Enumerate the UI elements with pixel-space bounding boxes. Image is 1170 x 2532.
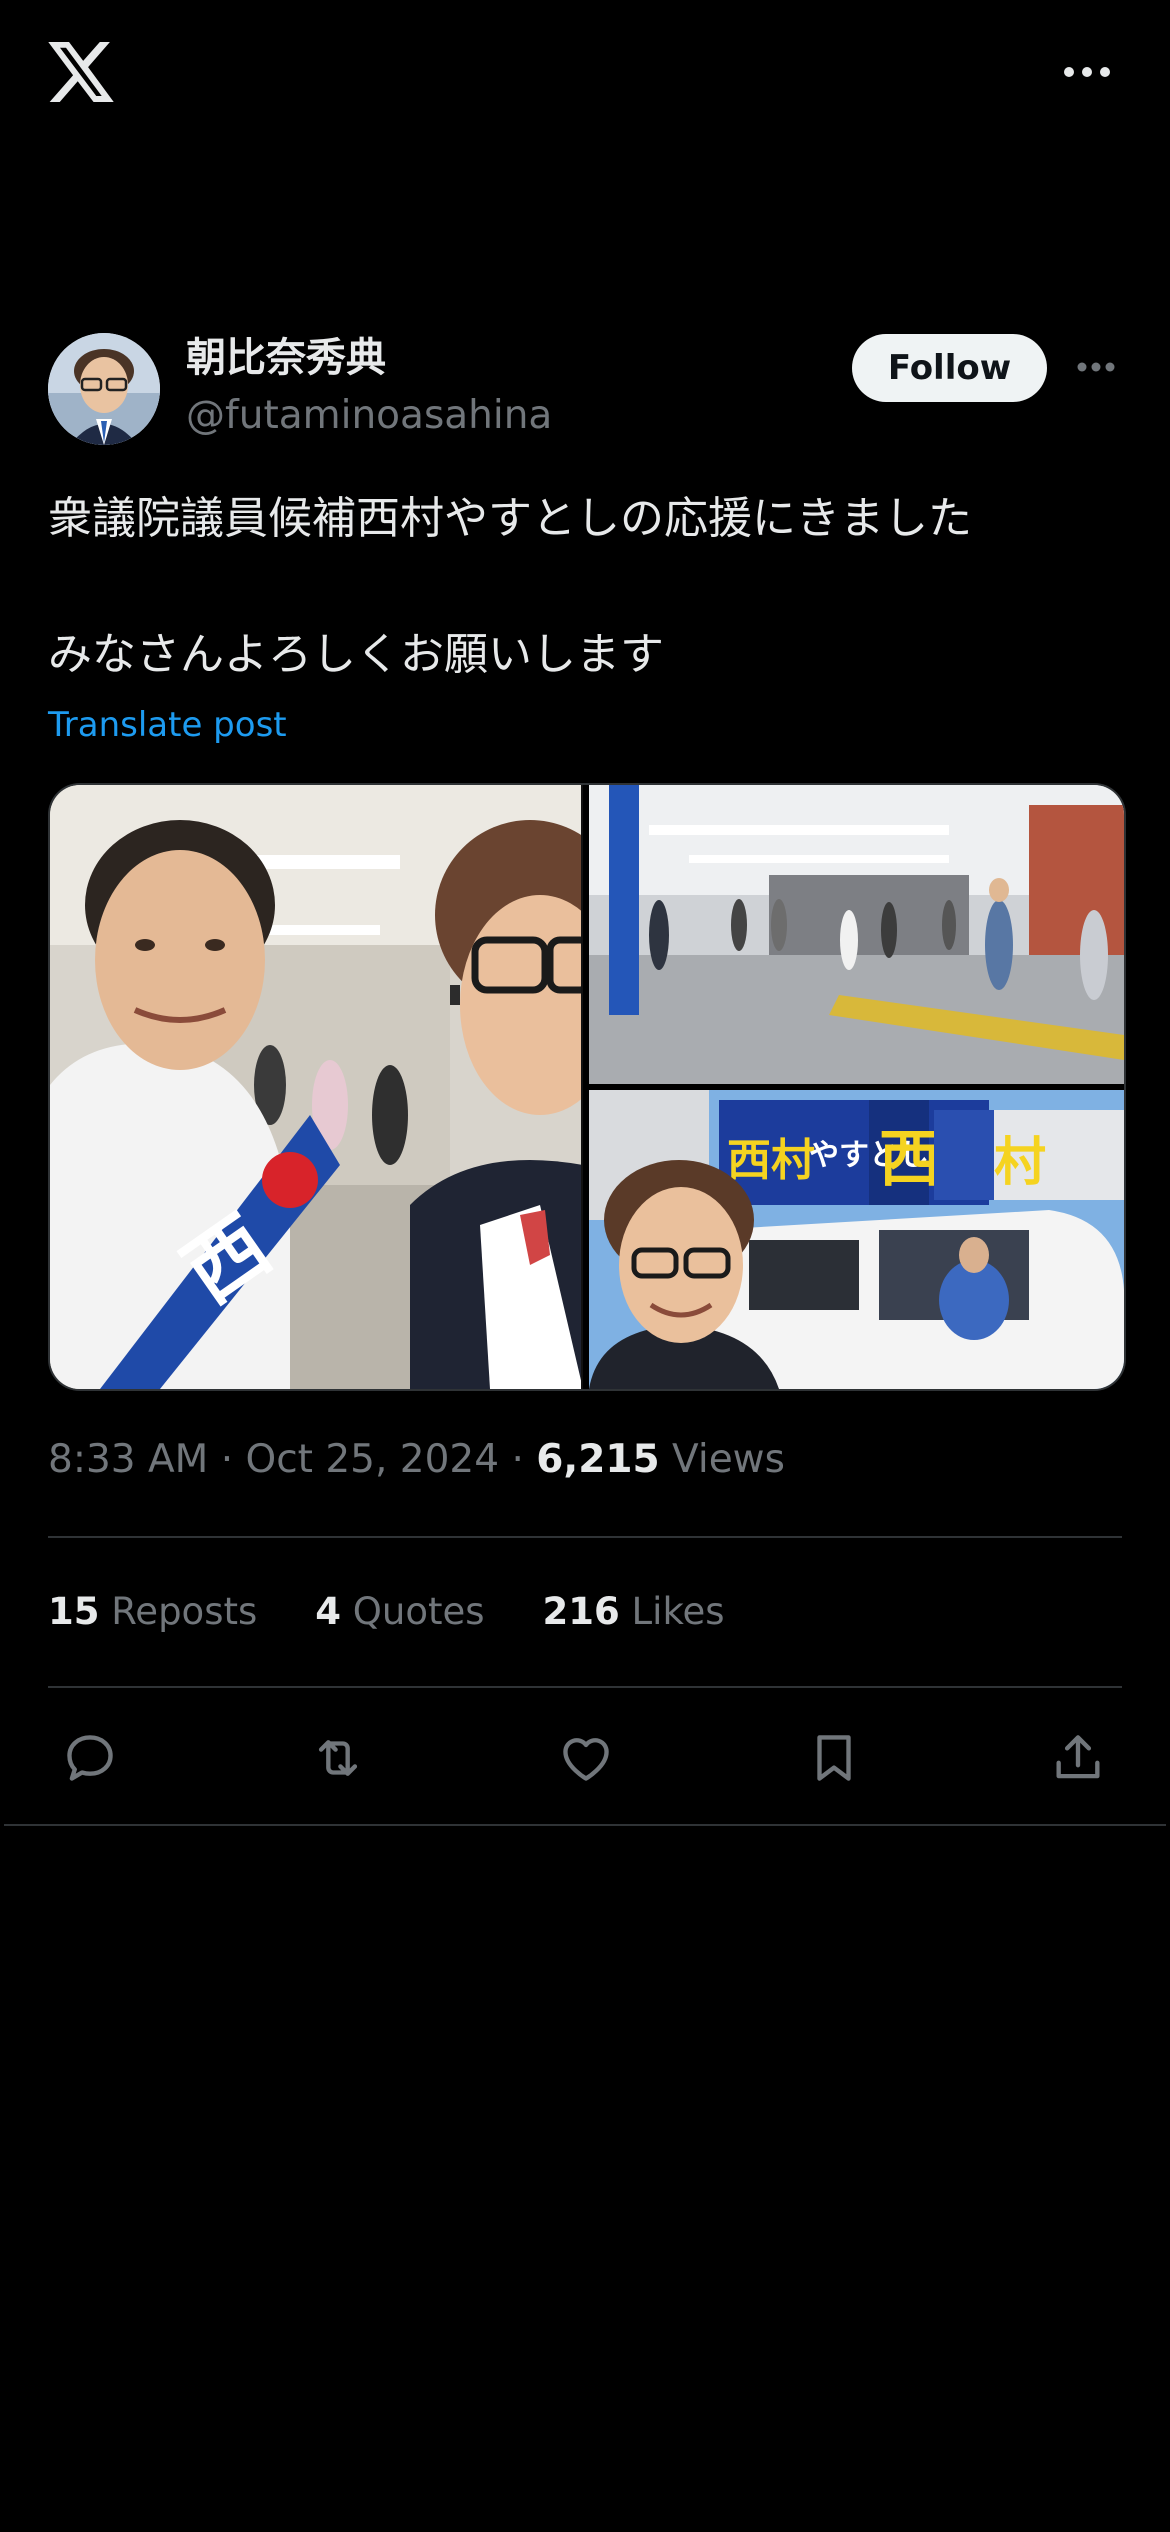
avatar[interactable] xyxy=(48,333,160,445)
media-grid: 西 西村 やすとし 西 村 xyxy=(48,783,1126,1391)
action-bar xyxy=(0,1718,1170,1798)
likes-label: Likes xyxy=(631,1590,725,1633)
stat-likes[interactable]: 216 Likes xyxy=(543,1582,725,1642)
share-button[interactable] xyxy=(1038,1718,1118,1798)
divider xyxy=(48,1536,1122,1538)
post-more-icon[interactable] xyxy=(1076,357,1116,377)
like-button[interactable] xyxy=(546,1718,626,1798)
engagement-stats: 15 Reposts 4 Quotes 216 Likes xyxy=(48,1582,783,1642)
quotes-count: 4 xyxy=(315,1590,342,1633)
more-icon[interactable] xyxy=(1062,60,1112,84)
sign-text-nishimura: 西村 xyxy=(727,1135,815,1186)
top-bar xyxy=(0,0,1170,150)
reply-button[interactable] xyxy=(50,1718,130,1798)
repost-icon xyxy=(318,1740,358,1776)
author-display-name[interactable]: 朝比奈秀典 xyxy=(186,330,386,386)
divider xyxy=(4,1824,1166,1826)
bookmark-button[interactable] xyxy=(794,1718,874,1798)
quotes-label: Quotes xyxy=(352,1590,485,1633)
sign-text-nishi: 西 xyxy=(879,1122,941,1195)
views-label: Views xyxy=(672,1437,785,1482)
stat-reposts[interactable]: 15 Reposts xyxy=(48,1582,257,1642)
reply-icon xyxy=(67,1735,113,1781)
like-icon xyxy=(563,1738,609,1781)
photo-selfie[interactable]: 西 xyxy=(50,785,583,1389)
sign-text-mura: 村 xyxy=(994,1133,1046,1193)
post-timestamp-views: 8:33 AM · Oct 25, 2024 · 6,215 Views xyxy=(48,1430,785,1490)
post-date[interactable]: Oct 25, 2024 xyxy=(246,1437,500,1482)
x-logo-icon[interactable] xyxy=(48,42,114,102)
photo-station[interactable] xyxy=(589,785,1124,1084)
bookmark-icon xyxy=(817,1735,851,1781)
stat-quotes[interactable]: 4 Quotes xyxy=(315,1582,484,1642)
likes-count: 216 xyxy=(542,1590,620,1633)
author-handle[interactable]: @futaminoasahina xyxy=(186,388,552,444)
share-icon xyxy=(1056,1735,1100,1779)
follow-button[interactable]: Follow xyxy=(852,334,1047,402)
translate-post-link[interactable]: Translate post xyxy=(48,700,287,750)
reposts-label: Reposts xyxy=(111,1590,258,1633)
repost-button[interactable] xyxy=(298,1718,378,1798)
reposts-count: 15 xyxy=(48,1590,100,1633)
photo-campaign-van[interactable]: 西村 やすとし 西 村 xyxy=(589,1090,1124,1389)
divider xyxy=(48,1686,1122,1688)
post-time[interactable]: 8:33 AM xyxy=(48,1437,208,1482)
meta-separator: · xyxy=(220,1437,234,1482)
views-count: 6,215 xyxy=(536,1437,660,1482)
meta-separator: · xyxy=(511,1437,524,1482)
post-detail-page: 朝比奈秀典 @futaminoasahina Follow 衆議院議員候補西村や… xyxy=(0,0,1170,2532)
post-text: 衆議院議員候補西村やすとしの応援にきました みなさんよろしくお願いします xyxy=(48,493,972,680)
